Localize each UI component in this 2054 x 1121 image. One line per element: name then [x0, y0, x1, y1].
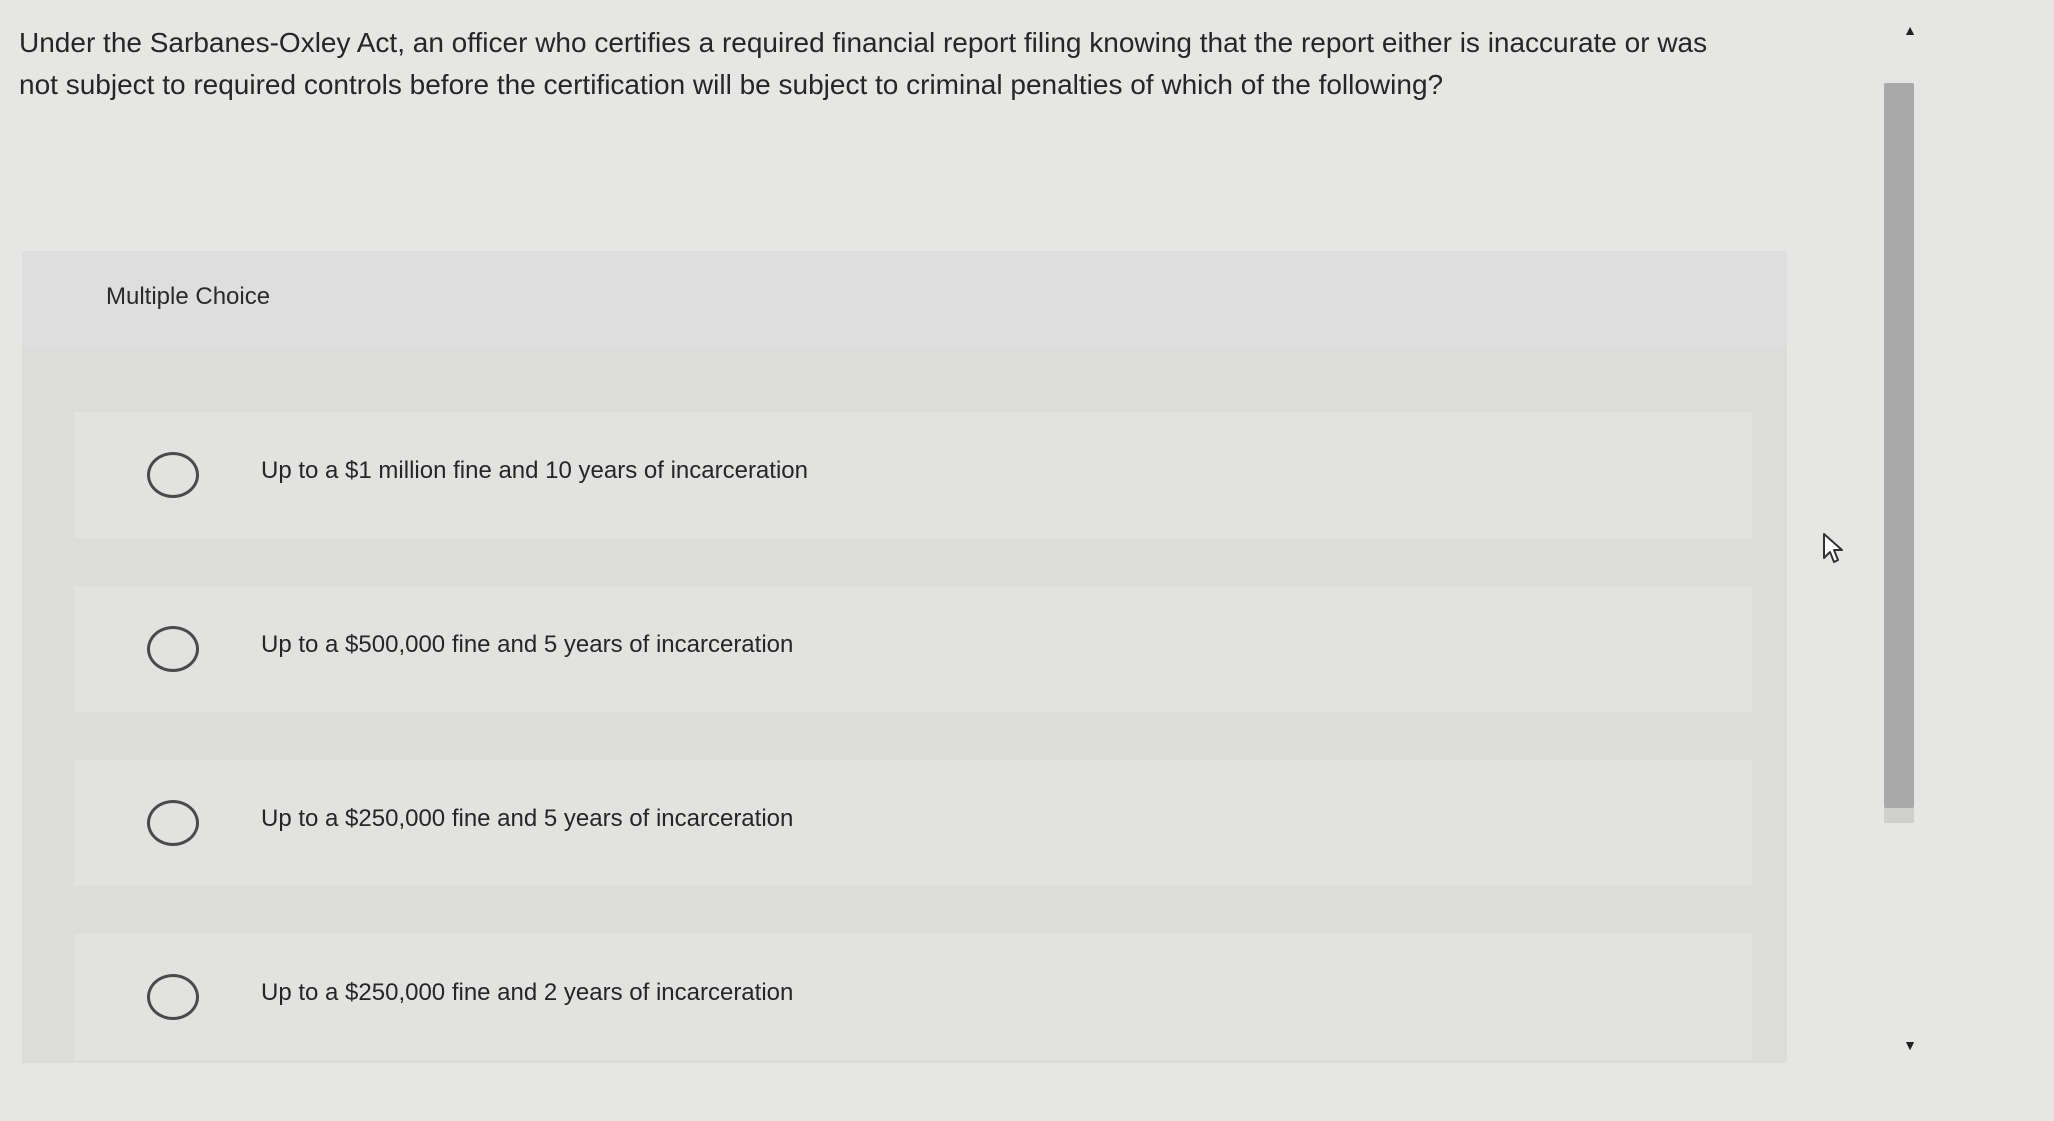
radio-button[interactable] [147, 626, 199, 672]
radio-button[interactable] [147, 800, 199, 846]
radio-button[interactable] [147, 452, 199, 498]
triangle-up-icon[interactable]: ▲ [1880, 15, 1940, 45]
multiple-choice-header: Multiple Choice [22, 251, 1787, 346]
answer-option-1[interactable]: Up to a $1 million fine and 10 years of … [74, 412, 1752, 538]
mouse-pointer-icon [1823, 533, 1843, 563]
answer-option-2[interactable]: Up to a $500,000 fine and 5 years of inc… [74, 586, 1752, 712]
answer-option-text: Up to a $500,000 fine and 5 years of inc… [261, 631, 794, 658]
radio-button[interactable] [147, 974, 199, 1020]
question-text: Under the Sarbanes-Oxley Act, an officer… [19, 27, 1708, 100]
scroll-track[interactable] [1884, 83, 1914, 823]
answer-option-3[interactable]: Up to a $250,000 fine and 5 years of inc… [74, 760, 1752, 886]
vertical-scrollbar[interactable]: ▲ ▼ [1880, 15, 1940, 1060]
triangle-down-icon[interactable]: ▼ [1880, 1030, 1940, 1060]
multiple-choice-panel: Multiple Choice Up to a $1 million fine … [22, 251, 1787, 1063]
scroll-thumb[interactable] [1884, 83, 1914, 808]
answer-option-4[interactable]: Up to a $250,000 fine and 2 years of inc… [74, 934, 1752, 1060]
answer-option-text: Up to a $1 million fine and 10 years of … [261, 457, 808, 484]
multiple-choice-label: Multiple Choice [106, 283, 271, 310]
answer-option-text: Up to a $250,000 fine and 5 years of inc… [261, 805, 794, 832]
answer-option-text: Up to a $250,000 fine and 2 years of inc… [261, 979, 794, 1006]
